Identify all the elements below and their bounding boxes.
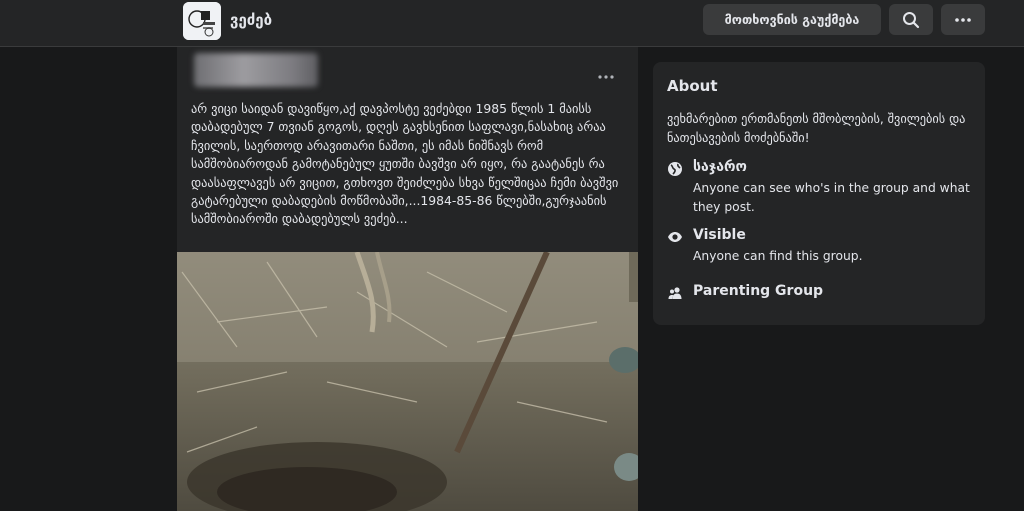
group-logo-image: [183, 2, 221, 40]
about-description: ვეხმარებით ერთმანეთს მშობლების, შვილების…: [667, 112, 966, 145]
visibility-subtitle: Anyone can find this group.: [693, 249, 863, 263]
search-icon: [903, 11, 920, 28]
cancel-request-button[interactable]: მოთხოვნის გაუქმება: [703, 4, 881, 35]
about-card: About ვეხმარებით ერთმანეთს მშობლების, შვ…: [653, 62, 985, 325]
post-text: არ ვიცი საიდან დავიწყო,აქ დავპოსტე ვეძებ…: [191, 101, 619, 227]
post-options-button[interactable]: [597, 65, 615, 84]
people-icon: [668, 287, 682, 299]
post-photo[interactable]: [177, 252, 638, 511]
group-name[interactable]: ვეძებ: [230, 11, 272, 29]
post-card: არ ვიცი საიდან დავიწყო,აქ დავპოსტე ვეძებ…: [177, 47, 638, 511]
group-header-bar: ვეძებ მოთხოვნის გაუქმება: [0, 0, 1024, 47]
more-dots-icon: [598, 75, 614, 79]
visibility-title: Visible: [693, 227, 746, 243]
privacy-subtitle: Anyone can see who's in the group and wh…: [693, 181, 970, 214]
eye-icon: [668, 232, 682, 242]
group-logo[interactable]: [183, 2, 221, 40]
globe-icon: [668, 162, 682, 176]
more-dots-icon: [955, 17, 971, 22]
blurred-author-info: [194, 53, 318, 87]
more-options-button[interactable]: [941, 4, 985, 35]
search-button[interactable]: [889, 4, 933, 35]
group-type-title: Parenting Group: [693, 283, 824, 299]
privacy-title: საჯარო: [693, 159, 747, 175]
about-title: About: [667, 77, 718, 95]
